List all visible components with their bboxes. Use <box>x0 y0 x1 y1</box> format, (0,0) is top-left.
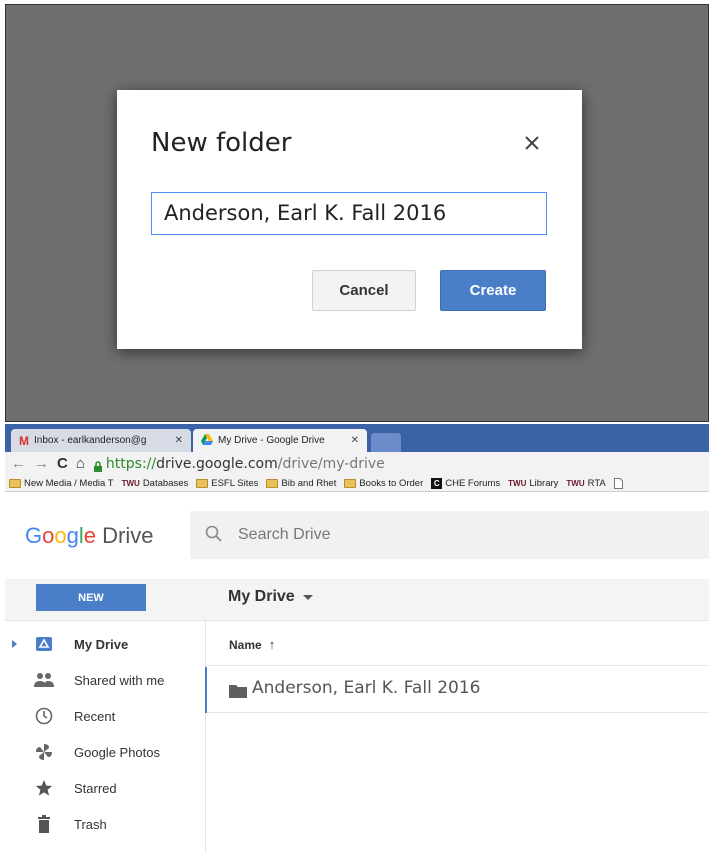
sidebar-item-google-photos[interactable]: Google Photos <box>5 734 205 770</box>
bookmark-item[interactable]: C CHE Forums <box>431 477 501 489</box>
my-drive-icon <box>33 633 55 655</box>
bookmark-label: CHE Forums <box>445 477 501 489</box>
sort-arrow-icon[interactable]: ↑ <box>269 637 276 652</box>
sidebar-item-label: Starred <box>74 780 117 796</box>
folder-icon <box>229 684 247 703</box>
sidebar-item-label: Shared with me <box>74 672 165 688</box>
bookmark-label: New Media / Media T <box>24 477 114 489</box>
sidebar-item-label: My Drive <box>74 636 129 652</box>
dialog-backdrop: New folder Anderson, Earl K. Fall 2016 C… <box>5 4 709 422</box>
drive-header: Google Drive Search Drive <box>5 493 709 579</box>
url-scheme: https:// <box>105 455 157 472</box>
folder-name-input[interactable]: Anderson, Earl K. Fall 2016 <box>151 192 547 235</box>
chevron-down-icon <box>302 594 313 600</box>
sidebar-item-label: Google Photos <box>74 744 161 760</box>
search-icon <box>205 525 223 548</box>
tab-drive[interactable]: My Drive - Google Drive ✕ <box>193 429 367 452</box>
file-name: Anderson, Earl K. Fall 2016 <box>252 678 481 698</box>
page-icon[interactable] <box>613 477 623 489</box>
bookmark-item[interactable]: TWU RTA <box>566 478 605 489</box>
sidebar-item-recent[interactable]: Recent <box>5 698 205 734</box>
sidebar-item-my-drive[interactable]: My Drive <box>5 626 205 662</box>
row-selection-bar <box>205 667 207 713</box>
table-row[interactable]: Anderson, Earl K. Fall 2016 <box>205 667 709 713</box>
tab-strip: M Inbox - earlkanderson@g ✕ My Drive - G… <box>5 424 709 452</box>
sidebar-item-label: Recent <box>74 708 116 724</box>
twu-icon: TWU <box>508 478 527 488</box>
expand-arrow-icon[interactable] <box>12 640 17 648</box>
forward-icon[interactable]: → <box>34 455 49 472</box>
che-icon: C <box>431 477 443 489</box>
sidebar-item-starred[interactable]: Starred <box>5 770 205 806</box>
home-icon[interactable]: ⌂ <box>76 455 85 472</box>
bookmark-label: Bib and Rhet <box>281 477 337 489</box>
back-icon[interactable]: ← <box>11 455 26 472</box>
search-box[interactable]: Search Drive <box>190 511 709 559</box>
bookmark-item[interactable]: Books to Order <box>344 478 423 489</box>
folder-icon <box>344 478 357 488</box>
search-input[interactable]: Search Drive <box>238 526 330 544</box>
page: New folder Anderson, Earl K. Fall 2016 C… <box>0 0 709 853</box>
bookmark-label: RTA <box>587 477 606 489</box>
url-field[interactable]: https://drive.google.com/drive/my-drive <box>106 456 385 472</box>
pinwheel-icon <box>33 741 55 763</box>
twu-icon: TWU <box>121 478 140 488</box>
bookmark-item[interactable]: Bib and Rhet <box>266 478 336 489</box>
bookmark-item[interactable]: TWU Library <box>508 478 558 489</box>
divider <box>206 665 709 666</box>
breadcrumb[interactable]: My Drive <box>228 588 313 606</box>
folder-icon <box>196 478 209 488</box>
column-label: Name <box>229 637 262 652</box>
lock-icon <box>93 459 103 472</box>
sidebar-item-label: Trash <box>74 816 107 832</box>
gmail-icon: M <box>19 433 29 448</box>
people-icon <box>33 669 55 691</box>
tab-inbox[interactable]: M Inbox - earlkanderson@g ✕ <box>11 429 191 452</box>
bookmark-label: Books to Order <box>359 477 424 489</box>
bookmarks-bar: New Media / Media T TWU Databases ESFL Si… <box>5 475 709 492</box>
trash-icon <box>33 813 55 835</box>
bookmark-item[interactable]: ESFL Sites <box>196 478 258 489</box>
file-list: Name ↑ Anderson, Earl K. Fall 2016 <box>205 621 709 853</box>
google-drive-logo[interactable]: Google Drive <box>25 523 153 549</box>
drive-icon <box>201 433 213 448</box>
tab-title: My Drive - Google Drive <box>218 435 325 446</box>
new-tab-button[interactable] <box>371 433 401 452</box>
bookmark-label: Library <box>529 477 559 489</box>
close-tab-icon[interactable]: ✕ <box>175 435 183 446</box>
cancel-button[interactable]: Cancel <box>312 270 416 311</box>
bookmark-label: Databases <box>142 477 189 489</box>
url-host: drive.google.com <box>156 455 278 472</box>
url-path: /drive/my-drive <box>277 455 385 472</box>
close-tab-icon[interactable]: ✕ <box>351 435 359 446</box>
tab-title: Inbox - earlkanderson@g <box>34 435 147 446</box>
column-header-name[interactable]: Name ↑ <box>229 637 275 652</box>
star-icon <box>33 777 55 799</box>
sidebar-item-shared[interactable]: Shared with me <box>5 662 205 698</box>
create-button[interactable]: Create <box>440 270 546 311</box>
drive-toolbar: NEW My Drive <box>5 579 709 621</box>
bookmark-label: ESFL Sites <box>211 477 259 489</box>
new-button[interactable]: NEW <box>36 584 146 611</box>
browser-window: M Inbox - earlkanderson@g ✕ My Drive - G… <box>5 424 709 853</box>
new-folder-dialog: New folder Anderson, Earl K. Fall 2016 C… <box>117 90 582 349</box>
logo-product: Drive <box>102 523 154 548</box>
address-bar: ← → C ⌂ https://drive.google.com/drive/m… <box>5 452 709 475</box>
dialog-title: New folder <box>151 128 292 158</box>
breadcrumb-label: My Drive <box>228 588 295 605</box>
bookmark-item[interactable]: TWU Databases <box>122 478 189 489</box>
clock-icon <box>33 705 55 727</box>
sidebar: My Drive Shared with me Recent Google Ph… <box>5 621 205 853</box>
close-icon[interactable] <box>515 126 549 160</box>
folder-icon <box>9 478 21 488</box>
twu-icon: TWU <box>566 478 585 488</box>
sidebar-item-trash[interactable]: Trash <box>5 806 205 842</box>
bookmark-item[interactable]: New Media / Media T <box>9 478 114 489</box>
folder-icon <box>266 478 279 488</box>
reload-icon[interactable]: C <box>57 455 68 472</box>
